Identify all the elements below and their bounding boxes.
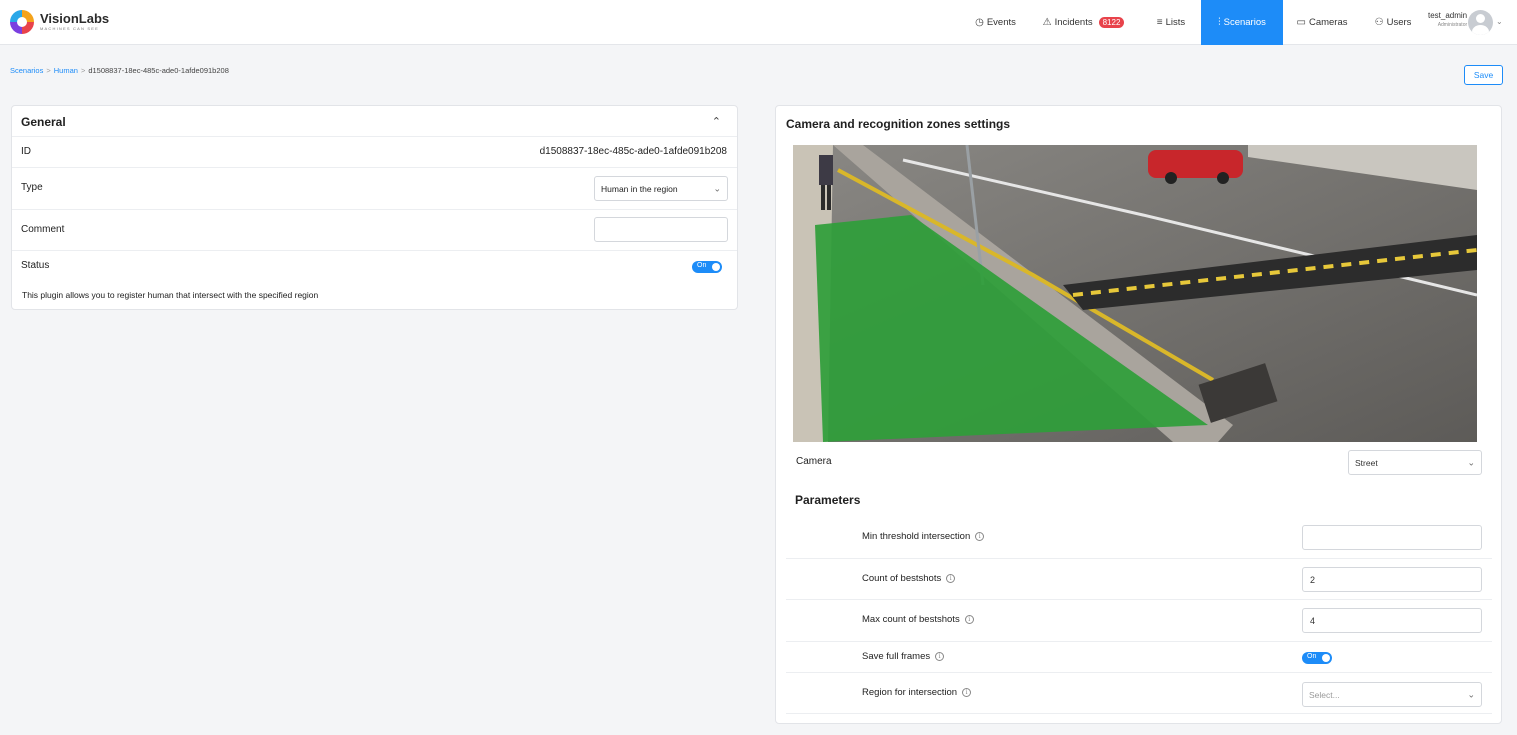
breadcrumb-scenarios[interactable]: Scenarios xyxy=(10,66,43,75)
divider xyxy=(786,672,1492,673)
clock-icon: ◷ xyxy=(975,17,984,28)
camera-settings-panel: Camera and recognition zones settings Ca… xyxy=(775,105,1502,724)
plugin-description: This plugin allows you to register human… xyxy=(22,290,319,300)
id-value: d1508837-18ec-485c-ade0-1afde091b208 xyxy=(539,146,727,157)
chevron-down-icon: ⌄ xyxy=(713,183,721,193)
general-title: General xyxy=(21,115,66,129)
user-role: Administrator xyxy=(1437,22,1468,28)
nav-cameras-label: Cameras xyxy=(1308,17,1348,28)
type-label: Type xyxy=(21,182,43,193)
id-row: ID d1508837-18ec-485c-ade0-1afde091b208 xyxy=(12,137,737,168)
max-count-label: Max count of bestshots xyxy=(862,614,960,625)
region-select[interactable]: Select... ⌄ xyxy=(1302,682,1482,707)
info-icon[interactable]: i xyxy=(935,652,945,661)
sliders-icon: ⫶ xyxy=(1218,17,1221,28)
info-icon[interactable]: i xyxy=(964,615,974,624)
general-panel: General ⌃ ID d1508837-18ec-485c-ade0-1af… xyxy=(11,105,738,310)
nav-users[interactable]: ⚇ Users xyxy=(1368,0,1418,45)
breadcrumb: Scenarios > Human > d1508837-18ec-485c-ade0-… xyxy=(10,66,229,75)
toggle-knob xyxy=(1322,654,1330,662)
breadcrumb-current: d1508837-18ec-485c-ade0-1afde091b208 xyxy=(88,66,229,75)
nav-scenarios-label: Scenarios xyxy=(1223,17,1266,28)
nav-lists-label: Lists xyxy=(1165,17,1186,28)
nav-events[interactable]: ◷ Events xyxy=(967,0,1024,45)
comment-row: Comment xyxy=(12,210,737,251)
toggle-knob xyxy=(712,263,720,271)
save-frames-label-group: Save full frames i xyxy=(862,651,945,662)
max-count-input[interactable]: 4 xyxy=(1302,608,1482,633)
status-row: Status On xyxy=(12,251,737,309)
status-toggle-label: On xyxy=(697,262,707,269)
save-frames-toggle-label: On xyxy=(1307,653,1317,660)
top-navigation-bar: VisionLabs MACHINES CAN SEE ◷ Events ⚠ I… xyxy=(0,0,1517,45)
nav-cameras[interactable]: ▭ Cameras xyxy=(1290,0,1354,45)
parameters-title: Parameters xyxy=(795,493,861,507)
brand-logo[interactable]: VisionLabs MACHINES CAN SEE xyxy=(10,10,109,34)
camera-settings-title: Camera and recognition zones settings xyxy=(786,117,1011,131)
divider xyxy=(786,713,1492,714)
info-icon[interactable]: i xyxy=(962,688,972,697)
divider xyxy=(786,558,1492,559)
logo-mark-icon xyxy=(10,10,34,34)
list-icon: ≡ xyxy=(1156,17,1163,28)
nav-lists[interactable]: ≡ Lists xyxy=(1148,0,1194,45)
min-threshold-label-group: Min threshold intersection i xyxy=(862,531,985,542)
min-threshold-label: Min threshold intersection xyxy=(862,531,971,542)
user-info[interactable]: test_admin Administrator xyxy=(1428,11,1467,29)
users-icon: ⚇ xyxy=(1374,17,1384,28)
chevron-down-icon[interactable]: ⌄ xyxy=(1496,17,1503,26)
status-label: Status xyxy=(21,260,50,271)
region-label-group: Region for intersection i xyxy=(862,687,972,698)
type-row: Type Human in the region ⌄ xyxy=(12,168,737,210)
chevron-down-icon: ⌄ xyxy=(1467,457,1475,467)
nav-scenarios[interactable]: ⫶ Scenarios xyxy=(1201,0,1283,45)
breadcrumb-human[interactable]: Human xyxy=(54,66,78,75)
user-name: test_admin xyxy=(1428,11,1468,20)
type-select-value: Human in the region xyxy=(601,183,678,194)
region-select-placeholder: Select... xyxy=(1309,689,1340,700)
divider xyxy=(786,599,1492,600)
count-bestshots-label-group: Count of bestshots i xyxy=(862,573,956,584)
camera-preview[interactable] xyxy=(793,145,1477,442)
info-icon[interactable]: i xyxy=(975,532,985,541)
min-threshold-input[interactable] xyxy=(1302,525,1482,550)
nav-incidents[interactable]: ⚠ Incidents 8122 xyxy=(1036,0,1131,45)
info-icon[interactable]: i xyxy=(946,574,956,583)
divider xyxy=(786,641,1492,642)
nav-events-label: Events xyxy=(986,17,1016,28)
camera-icon: ▭ xyxy=(1296,17,1306,28)
chevron-down-icon: ⌄ xyxy=(1467,689,1475,699)
count-bestshots-label: Count of bestshots xyxy=(862,573,942,584)
comment-label: Comment xyxy=(21,224,65,235)
camera-select-value: Street xyxy=(1355,457,1378,468)
brand-tagline: MACHINES CAN SEE xyxy=(40,26,99,31)
incidents-count-badge: 8122 xyxy=(1098,17,1125,28)
nav-users-label: Users xyxy=(1386,17,1412,28)
nav-incidents-label: Incidents xyxy=(1054,17,1093,28)
brand-name: VisionLabs xyxy=(40,11,110,26)
save-frames-toggle[interactable]: On xyxy=(1302,652,1332,664)
max-count-label-group: Max count of bestshots i xyxy=(862,614,974,625)
warning-icon: ⚠ xyxy=(1042,17,1052,28)
id-label: ID xyxy=(21,146,31,157)
camera-frame-image xyxy=(793,145,1477,442)
status-toggle[interactable]: On xyxy=(692,261,722,273)
save-button[interactable]: Save xyxy=(1464,65,1503,85)
region-label: Region for intersection xyxy=(862,687,958,698)
save-frames-label: Save full frames xyxy=(862,651,931,662)
camera-label: Camera xyxy=(796,456,832,467)
type-select[interactable]: Human in the region ⌄ xyxy=(594,176,728,201)
comment-input[interactable] xyxy=(594,217,728,242)
general-header[interactable]: General ⌃ xyxy=(12,106,737,137)
count-bestshots-input[interactable]: 2 xyxy=(1302,567,1482,592)
camera-select[interactable]: Street ⌄ xyxy=(1348,450,1482,475)
chevron-up-icon[interactable]: ⌃ xyxy=(712,115,721,128)
avatar[interactable] xyxy=(1468,10,1493,35)
